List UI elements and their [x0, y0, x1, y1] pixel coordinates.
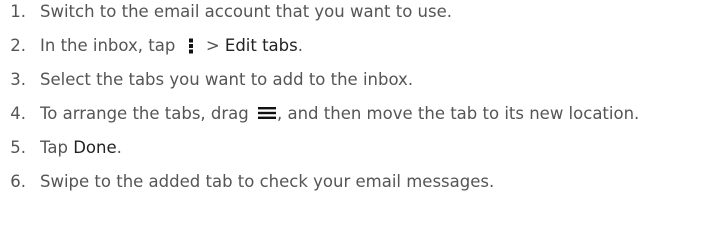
step-text: Tap Done.: [40, 137, 700, 159]
drag-handle-icon: [258, 107, 276, 119]
kebab-menu-icon: [188, 38, 193, 54]
step-suffix: .: [116, 138, 122, 157]
step-text: In the inbox, tap > Edit tabs.: [40, 35, 700, 57]
list-item: 4. To arrange the tabs, drag , and then …: [0, 103, 713, 125]
step-suffix: , and then move the tab to its new locat…: [277, 104, 640, 123]
step-text: Swipe to the added tab to check your ema…: [40, 172, 495, 191]
step-action: Done: [73, 138, 117, 157]
step-prefix: Tap: [40, 138, 68, 157]
step-number: 2.: [10, 36, 26, 55]
step-number: 1.: [10, 2, 26, 21]
step-text: To arrange the tabs, drag , and then mov…: [40, 103, 670, 125]
step-separator: >: [205, 36, 220, 55]
step-number: 3.: [10, 70, 26, 89]
step-prefix: To arrange the tabs, drag: [40, 104, 249, 123]
list-item: 3. Select the tabs you want to add to th…: [0, 69, 713, 91]
step-action: Edit tabs: [224, 36, 298, 55]
list-item: 6. Swipe to the added tab to check your …: [0, 171, 713, 193]
step-number: 4.: [10, 104, 26, 123]
step-prefix: In the inbox, tap: [40, 36, 176, 55]
list-item: 2. In the inbox, tap > Edit tabs.: [0, 35, 713, 57]
step-text: Switch to the email account that you wan…: [40, 2, 453, 21]
list-item: 5. Tap Done.: [0, 137, 713, 159]
step-suffix: .: [297, 36, 303, 55]
step-text: Select the tabs you want to add to the i…: [40, 70, 414, 89]
instruction-list: 1. Switch to the email account that you …: [0, 1, 713, 193]
list-item: 1. Switch to the email account that you …: [0, 1, 713, 23]
step-number: 6.: [10, 172, 26, 191]
step-number: 5.: [10, 138, 26, 157]
